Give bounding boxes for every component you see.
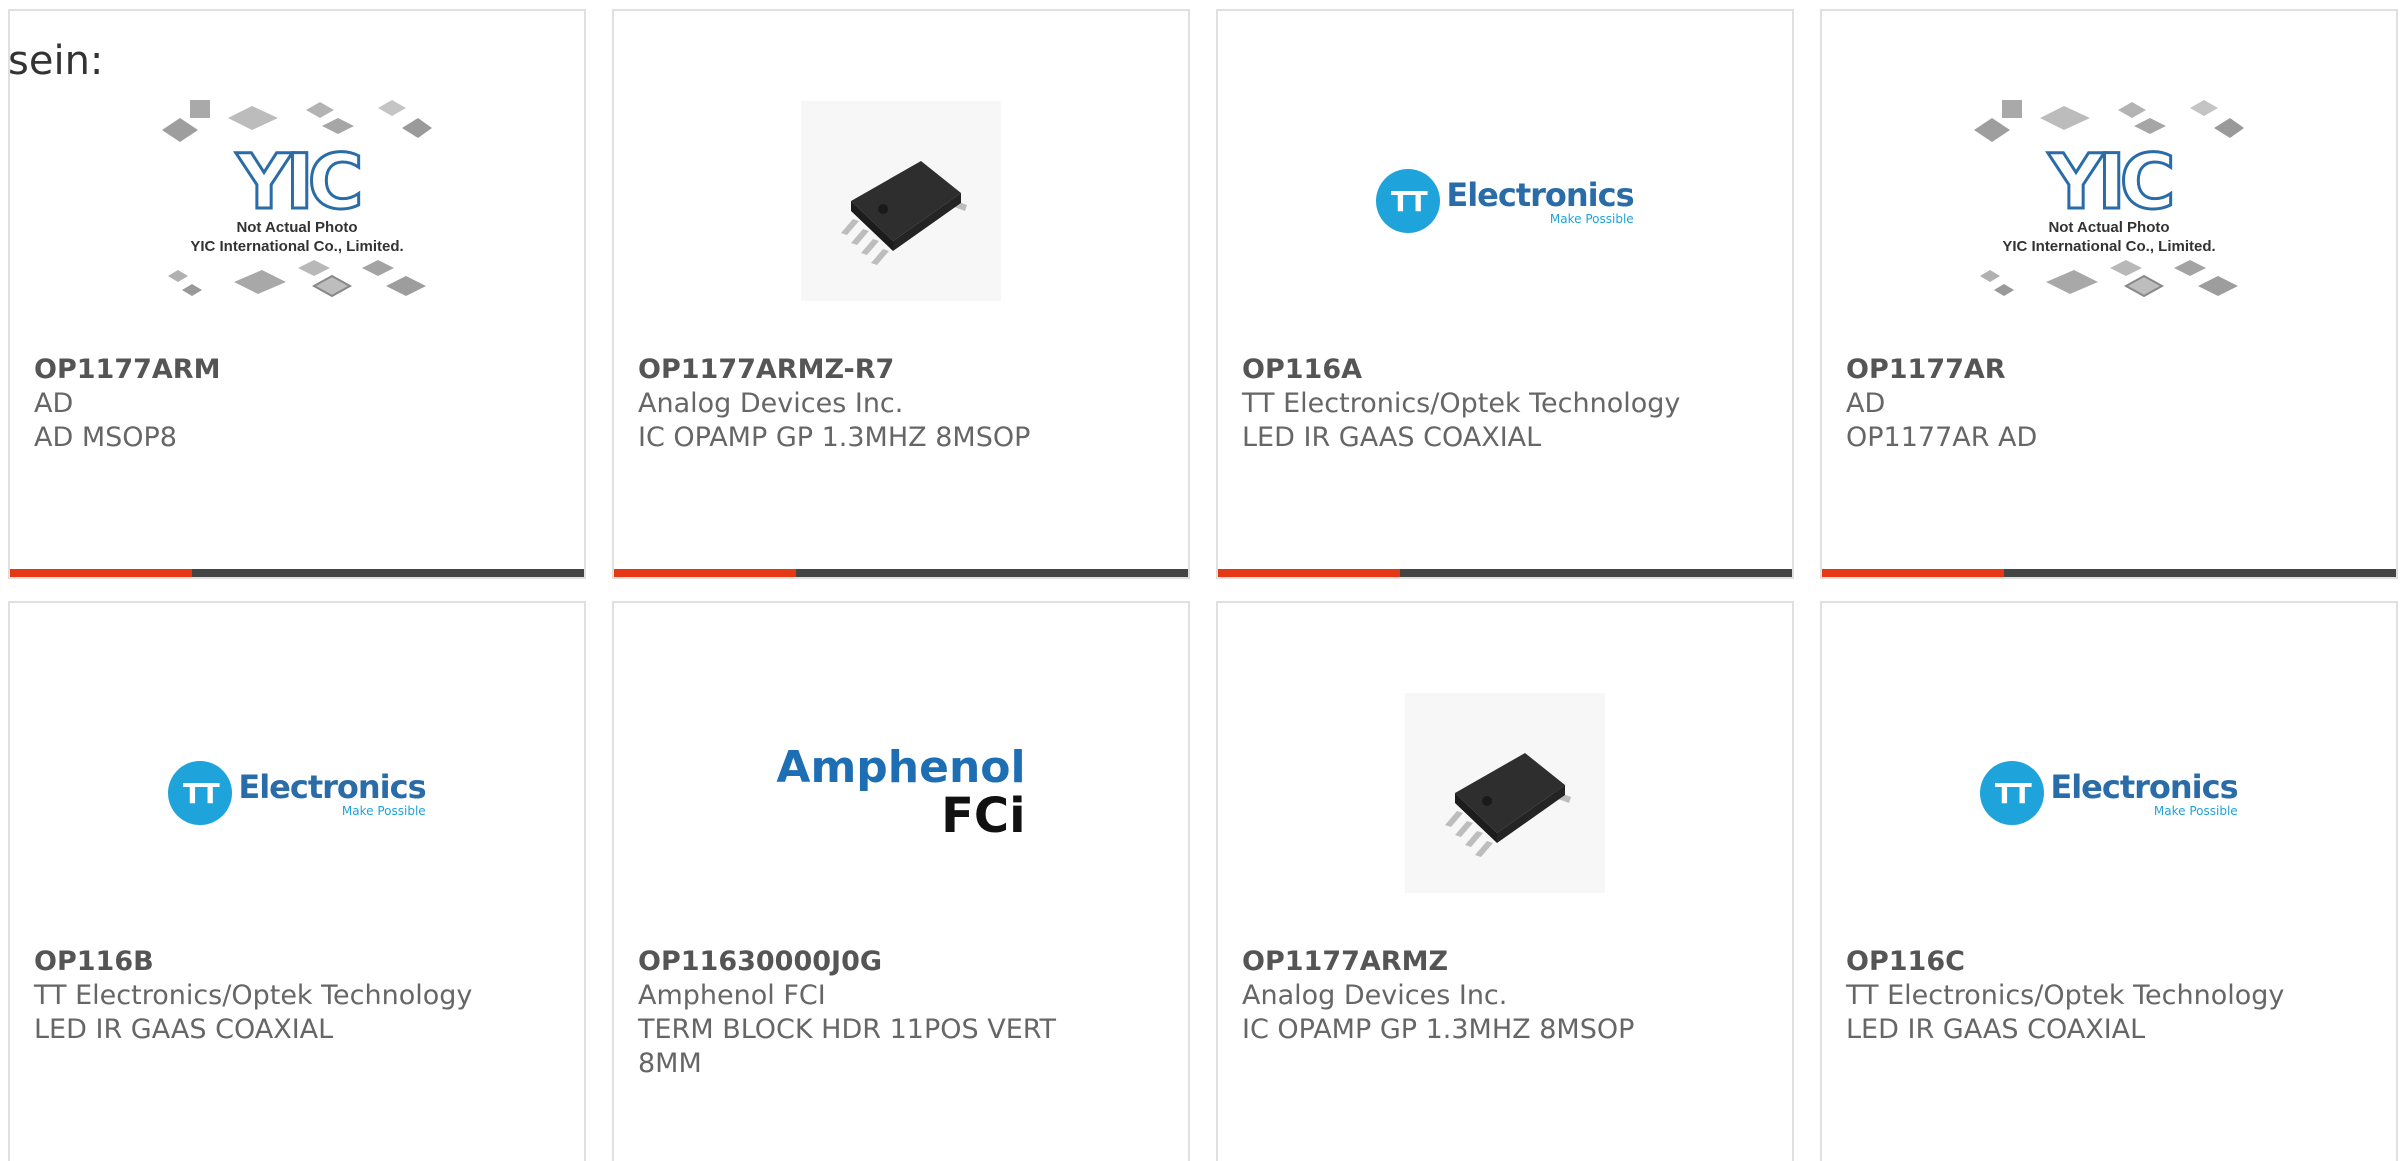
- manufacturer: Analog Devices Inc.: [1242, 980, 1508, 1011]
- product-info: OP11630000J0G Amphenol FCI TERM BLOCK HD…: [638, 945, 1164, 1081]
- card-bottom-bar: [1218, 569, 1792, 577]
- product-image[interactable]: [614, 51, 1188, 351]
- product-info: OP1177ARM AD AD MSOP8: [34, 353, 560, 455]
- description: LED IR GAAS COAXIAL: [34, 1014, 334, 1045]
- product-info: OP116C TT Electronics/Optek Technology L…: [1846, 945, 2372, 1047]
- part-number[interactable]: OP11630000J0G: [638, 945, 1164, 979]
- tt-circle: TT: [1376, 169, 1441, 233]
- product-card[interactable]: Amphenol FCi OP11630000J0G Amphenol FCI T…: [612, 601, 1190, 1161]
- msop-chip-icon: [1405, 693, 1605, 893]
- product-card[interactable]: YIC Not Actual Photo YIC International Co.…: [8, 9, 586, 579]
- product-grid-row-2: TT Electronics Make Possible OP116B TT Ele…: [8, 601, 2398, 1161]
- product-image[interactable]: YIC Not Actual Photo YIC International Co.…: [1822, 51, 2396, 351]
- tt-logo-tagline: Make Possible: [341, 804, 426, 818]
- product-info: OP116B TT Electronics/Optek Technology L…: [34, 945, 560, 1047]
- card-accent-bar: [614, 569, 796, 577]
- product-card[interactable]: YIC Not Actual Photo YIC International Co.…: [1820, 9, 2398, 579]
- yic-company-caption: YIC International Co., Limited.: [2002, 238, 2216, 255]
- yic-logo-text: YIC: [2047, 137, 2177, 226]
- manufacturer: TT Electronics/Optek Technology: [1846, 980, 2285, 1011]
- card-accent-bar: [1218, 569, 1400, 577]
- description: TERM BLOCK HDR 11POS VERT 8MM: [638, 1014, 1057, 1079]
- amphenol-logo-text: Amphenol: [776, 742, 1026, 793]
- description: AD MSOP8: [34, 422, 177, 453]
- manufacturer: AD: [34, 388, 74, 419]
- description: LED IR GAAS COAXIAL: [1242, 422, 1542, 453]
- product-image[interactable]: [1218, 643, 1792, 943]
- description: IC OPAMP GP 1.3MHZ 8MSOP: [638, 422, 1031, 453]
- description: OP1177AR AD: [1846, 422, 2038, 453]
- yic-company-caption: YIC International Co., Limited.: [190, 238, 404, 255]
- component-shapes-icon: [1980, 260, 2238, 298]
- tt-electronics-logo: TT Electronics Make Possible: [1376, 169, 1635, 233]
- manufacturer: Analog Devices Inc.: [638, 388, 904, 419]
- product-info: OP1177AR AD OP1177AR AD: [1846, 353, 2372, 455]
- yic-logo-text: YIC: [235, 137, 365, 226]
- product-image[interactable]: Amphenol FCi: [614, 643, 1188, 943]
- part-number[interactable]: OP116A: [1242, 353, 1768, 387]
- product-card[interactable]: TT Electronics Make Possible OP116A TT Ele…: [1216, 9, 1794, 579]
- yic-placeholder-image: YIC Not Actual Photo YIC International Co.…: [1974, 96, 2244, 306]
- product-image[interactable]: TT Electronics Make Possible: [1218, 51, 1792, 351]
- tt-electronics-logo: TT Electronics Make Possible: [168, 761, 427, 825]
- description: IC OPAMP GP 1.3MHZ 8MSOP: [1242, 1014, 1635, 1045]
- tt-circle: TT: [1980, 761, 2045, 825]
- part-number[interactable]: OP1177ARM: [34, 353, 560, 387]
- tt-logo-text: Electronics: [2050, 768, 2238, 806]
- product-card[interactable]: OP1177ARMZ-R7 Analog Devices Inc. IC OPA…: [612, 9, 1190, 579]
- tt-circle: TT: [168, 761, 233, 825]
- product-info: OP1177ARMZ-R7 Analog Devices Inc. IC OPA…: [638, 353, 1164, 455]
- component-shapes-icon: [168, 260, 426, 298]
- not-actual-photo-caption: Not Actual Photo: [236, 219, 358, 236]
- card-bottom-bar: [614, 569, 1188, 577]
- product-image[interactable]: TT Electronics Make Possible: [1822, 643, 2396, 943]
- product-card[interactable]: OP1177ARMZ Analog Devices Inc. IC OPAMP …: [1216, 601, 1794, 1161]
- description: LED IR GAAS COAXIAL: [1846, 1014, 2146, 1045]
- product-info: OP116A TT Electronics/Optek Technology L…: [1242, 353, 1768, 455]
- fci-logo-text: FCi: [941, 788, 1026, 844]
- not-actual-photo-caption: Not Actual Photo: [2048, 219, 2170, 236]
- product-grid: YIC Not Actual Photo YIC International Co.…: [8, 9, 2398, 579]
- part-number[interactable]: OP116B: [34, 945, 560, 979]
- product-card[interactable]: TT Electronics Make Possible OP116C TT Ele…: [1820, 601, 2398, 1161]
- manufacturer: TT Electronics/Optek Technology: [1242, 388, 1681, 419]
- product-image[interactable]: YIC Not Actual Photo YIC International Co.…: [10, 51, 584, 351]
- manufacturer: TT Electronics/Optek Technology: [34, 980, 473, 1011]
- tt-logo-tagline: Make Possible: [1549, 212, 1634, 226]
- tt-electronics-logo: TT Electronics Make Possible: [1980, 761, 2239, 825]
- part-number[interactable]: OP116C: [1846, 945, 2372, 979]
- tt-logo-tagline: Make Possible: [2153, 804, 2238, 818]
- card-accent-bar: [1822, 569, 2004, 577]
- amphenol-fci-logo: Amphenol FCi: [776, 742, 1026, 844]
- manufacturer: Amphenol FCI: [638, 980, 826, 1011]
- card-accent-bar: [10, 569, 192, 577]
- part-number[interactable]: OP1177ARMZ: [1242, 945, 1768, 979]
- part-number[interactable]: OP1177AR: [1846, 353, 2372, 387]
- tt-logo-text: Electronics: [238, 768, 426, 806]
- msop-chip-icon: [801, 101, 1001, 301]
- card-bottom-bar: [1822, 569, 2396, 577]
- intro-text: sein:: [8, 38, 104, 84]
- part-number[interactable]: OP1177ARMZ-R7: [638, 353, 1164, 387]
- page: sein: YIC Not Actual Photo YIC Internation…: [0, 0, 2400, 1161]
- product-info: OP1177ARMZ Analog Devices Inc. IC OPAMP …: [1242, 945, 1768, 1047]
- tt-logo-text: Electronics: [1446, 176, 1634, 214]
- manufacturer: AD: [1846, 388, 1886, 419]
- yic-placeholder-image: YIC Not Actual Photo YIC International Co.…: [162, 96, 432, 306]
- product-card[interactable]: TT Electronics Make Possible OP116B TT Ele…: [8, 601, 586, 1161]
- product-image[interactable]: TT Electronics Make Possible: [10, 643, 584, 943]
- card-bottom-bar: [10, 569, 584, 577]
